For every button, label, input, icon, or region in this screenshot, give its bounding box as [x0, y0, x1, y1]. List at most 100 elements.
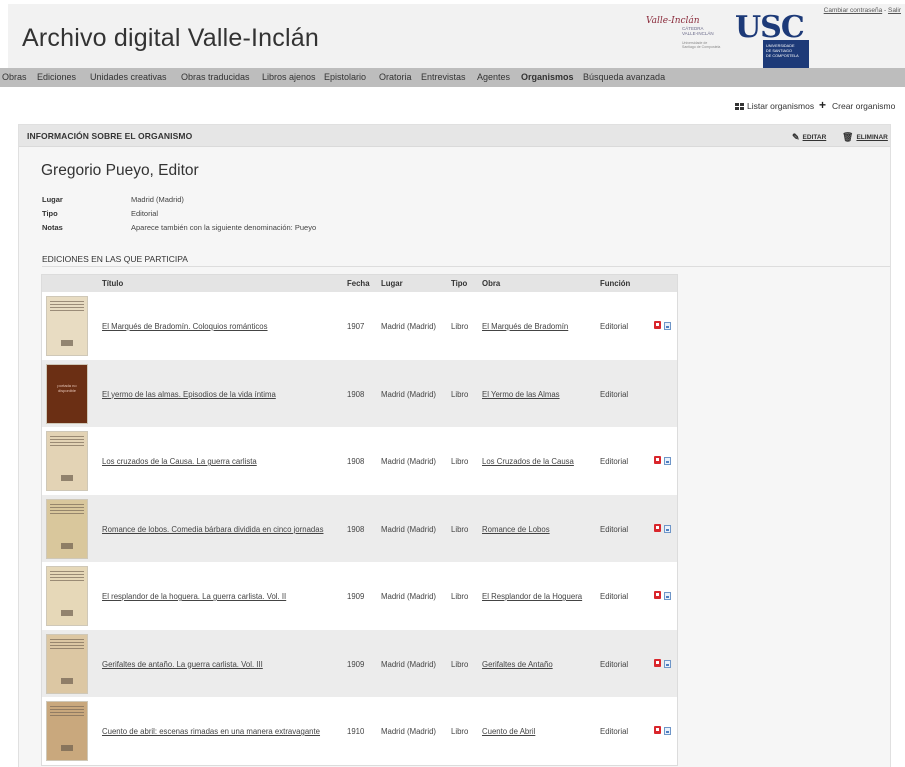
table-row: Cuento de abril: escenas rimadas en una … — [42, 697, 677, 765]
edition-place: Madrid (Madrid) — [381, 524, 437, 534]
edition-place: Madrid (Madrid) — [381, 659, 437, 669]
cover-emblem — [61, 340, 73, 346]
usc-logo[interactable]: USC UNIVERSIDADE DE SANTIAGO DE COMPOSTE… — [735, 10, 810, 68]
field-value: Madrid (Madrid) — [131, 195, 184, 204]
image-file-icon[interactable] — [664, 457, 671, 465]
col-funcion[interactable]: Función — [600, 279, 630, 288]
cover-thumbnail[interactable] — [46, 431, 88, 491]
catedra-valle-inclan-logo[interactable]: Valle-Inclán CÁTEDRA VALLE-INCLÁN Univer… — [646, 16, 728, 54]
edition-type: Libro — [451, 727, 469, 736]
account-links: Cambiar contraseña - Salir — [824, 7, 901, 14]
edition-date: 1907 — [347, 322, 365, 331]
edition-title-link[interactable]: Cuento de abril: escenas rimadas en una … — [102, 727, 320, 736]
col-fecha[interactable]: Fecha — [347, 279, 370, 288]
nav-item-agentes[interactable]: Agentes — [477, 72, 510, 82]
edition-title-link[interactable]: Gerifaltes de antaño. La guerra carlista… — [102, 660, 263, 669]
nav-item-obras[interactable]: Obras — [2, 72, 27, 82]
edition-type: Libro — [451, 457, 469, 466]
edition-place: Madrid (Madrid) — [381, 727, 437, 736]
cover-thumbnail[interactable] — [46, 296, 88, 356]
organism-actions: Listar organismos + Crear organismo — [735, 98, 905, 115]
page: Archivo digital Valle-Inclán Valle-Inclá… — [0, 4, 905, 767]
edition-work-link[interactable]: Los Cruzados de la Causa — [482, 457, 574, 466]
cover-thumbnail[interactable]: portada no disponible — [46, 363, 88, 424]
edition-type: Libro — [451, 322, 469, 331]
nav-item-epistolario[interactable]: Epistolario — [324, 72, 366, 82]
nav-item-unidades-creativas[interactable]: Unidades creativas — [90, 72, 167, 82]
delete-button[interactable]: 🗑 ELIMINAR — [842, 132, 888, 143]
pdf-file-icon[interactable] — [654, 658, 661, 667]
edition-role: Editorial — [600, 322, 629, 331]
nav-item-organismos[interactable]: Organismos — [521, 72, 574, 82]
list-grid-icon — [735, 103, 744, 110]
nav-item-busqueda-avanzada[interactable]: Búsqueda avanzada — [583, 72, 665, 82]
col-lugar[interactable]: Lugar — [381, 279, 403, 288]
edition-work-link[interactable]: Gerifaltes de Antaño — [482, 660, 553, 669]
image-file-icon[interactable] — [664, 727, 671, 735]
edit-label: EDITAR — [802, 134, 827, 141]
image-file-icon[interactable] — [664, 524, 671, 533]
edition-title-link[interactable]: Los cruzados de la Causa. La guerra carl… — [102, 457, 257, 466]
edition-work-link[interactable]: Cuento de Abril — [482, 727, 535, 736]
nav-item-oratoria[interactable]: Oratoria — [379, 72, 412, 82]
nav-item-ediciones[interactable]: Ediciones — [37, 72, 76, 82]
create-organism-button[interactable]: + Crear organismo — [819, 98, 896, 112]
organism-name: Gregorio Pueyo, Editor — [41, 162, 199, 179]
edition-title-link[interactable]: Romance de lobos. Comedia bárbara dividi… — [102, 525, 323, 534]
list-organisms-button[interactable]: Listar organismos — [735, 101, 814, 111]
trash-icon: 🗑 — [842, 132, 854, 142]
edition-title-link[interactable]: El yermo de las almas. Episodios de la v… — [102, 390, 276, 399]
site-header: Archivo digital Valle-Inclán Valle-Inclá… — [8, 4, 905, 68]
pencil-icon: ✎ — [792, 132, 800, 142]
catedra-sub2: Santiago de Compostela — [682, 45, 721, 49]
editions-table: Título Fecha Lugar Tipo Obra Función El … — [41, 274, 678, 766]
pdf-file-icon[interactable] — [654, 591, 661, 599]
catedra-logo-text: CÁTEDRA VALLE-INCLÁN — [682, 26, 714, 36]
col-tipo[interactable]: Tipo — [451, 279, 467, 288]
editions-section-title: EDICIONES EN LAS QUE PARTICIPA — [42, 254, 188, 264]
edition-work-link[interactable]: Romance de Lobos — [482, 525, 550, 534]
cover-thumbnail[interactable] — [46, 566, 88, 626]
image-file-icon[interactable] — [664, 322, 671, 330]
change-password-link[interactable]: Cambiar contraseña — [824, 7, 883, 14]
image-file-icon[interactable] — [664, 659, 671, 668]
table-body: El Marqués de Bradomín. Coloquios románt… — [42, 292, 677, 765]
nav-item-entrevistas[interactable]: Entrevistas — [421, 72, 466, 82]
image-file-icon[interactable] — [664, 592, 671, 600]
edition-work-link[interactable]: El Marqués de Bradomín — [482, 322, 568, 331]
logout-link[interactable]: Salir — [888, 7, 901, 14]
field-value: Aparece también con la siguiente denomin… — [131, 223, 317, 232]
site-title[interactable]: Archivo digital Valle-Inclán — [22, 24, 319, 53]
table-row: El resplandor de la hoguera. La guerra c… — [42, 562, 677, 630]
create-organism-label: Crear organismo — [832, 101, 896, 111]
field-label: Lugar — [42, 195, 63, 204]
plus-icon: + — [819, 98, 827, 112]
edition-place: Madrid (Madrid) — [381, 457, 437, 466]
cover-thumbnail[interactable] — [46, 633, 88, 694]
catedra-logo-subtext: Universidade de Santiago de Compostela — [682, 41, 720, 49]
list-organisms-label: Listar organismos — [747, 101, 815, 111]
edition-date: 1908 — [347, 457, 365, 466]
pdf-file-icon[interactable] — [654, 321, 661, 329]
edition-place: Madrid (Madrid) — [381, 592, 437, 601]
edition-work-link[interactable]: El Resplandor de la Hoguera — [482, 592, 582, 601]
nav-item-libros-ajenos[interactable]: Libros ajenos — [262, 72, 316, 82]
edition-type: Libro — [451, 592, 469, 601]
cover-thumbnail[interactable] — [46, 498, 88, 559]
edition-title-link[interactable]: El resplandor de la hoguera. La guerra c… — [102, 592, 286, 601]
edition-work-link[interactable]: El Yermo de las Almas — [482, 390, 560, 399]
pdf-file-icon[interactable] — [654, 726, 661, 734]
nav-item-obras-traducidas[interactable]: Obras traducidas — [181, 72, 250, 82]
edition-type: Libro — [451, 659, 469, 669]
col-obra[interactable]: Obra — [482, 279, 500, 288]
edition-role: Editorial — [600, 457, 629, 466]
pdf-file-icon[interactable] — [654, 523, 661, 532]
edition-place: Madrid (Madrid) — [381, 322, 437, 331]
edition-title-link[interactable]: El Marqués de Bradomín. Coloquios románt… — [102, 322, 268, 331]
edit-button[interactable]: ✎ EDITAR — [792, 132, 826, 143]
cover-thumbnail[interactable] — [46, 701, 88, 761]
field-value: Editorial — [131, 209, 159, 218]
edition-role: Editorial — [600, 592, 629, 601]
col-titulo[interactable]: Título — [102, 279, 123, 288]
pdf-file-icon[interactable] — [654, 456, 661, 464]
